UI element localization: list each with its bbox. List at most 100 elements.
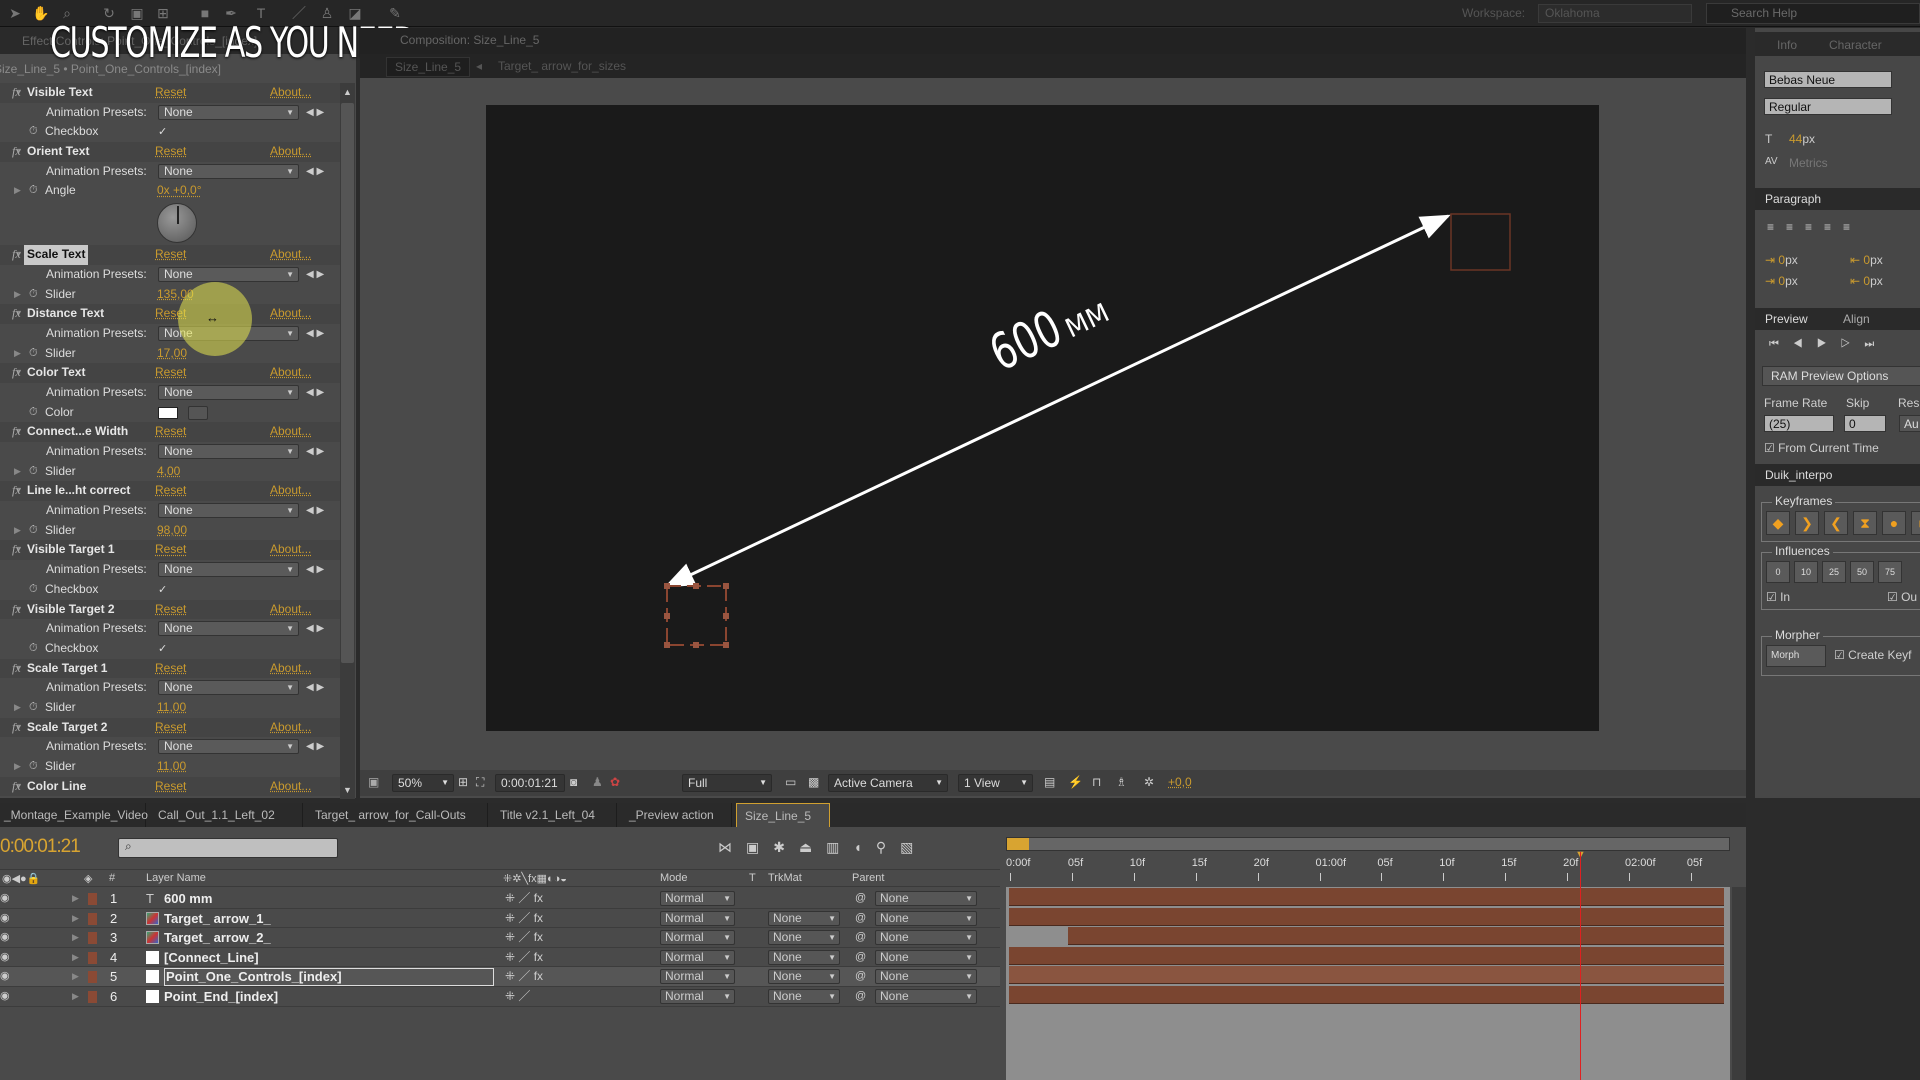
timeline-tab[interactable]: Call_Out_1.1_Left_02 xyxy=(150,803,303,827)
ease-in-key-icon[interactable]: ❯ xyxy=(1795,511,1819,535)
crumb-size-line[interactable]: Size_Line_5 xyxy=(386,57,471,77)
stopwatch-icon[interactable]: ⏱ xyxy=(29,580,38,600)
pickwhip-icon[interactable]: @ xyxy=(855,928,866,947)
fx-icon[interactable]: fx xyxy=(12,83,21,103)
preset-nav-arrows[interactable]: ◀ ▶ xyxy=(306,162,324,182)
fx-icon[interactable]: fx xyxy=(12,718,21,738)
mode-select[interactable]: Normal xyxy=(660,910,735,926)
label-color[interactable] xyxy=(88,893,97,905)
layer-row[interactable]: ◉ ▶ 2 Target_ arrow_1_ ⁜ ／ fx Normal None @ None xyxy=(0,909,1000,929)
parent-select[interactable]: None xyxy=(875,969,977,985)
effect-name[interactable]: Visible Target 2 xyxy=(27,600,115,620)
about-link[interactable]: About... xyxy=(270,777,311,797)
fx-icon[interactable]: fx xyxy=(12,422,21,442)
tab-info[interactable]: Info xyxy=(1777,38,1797,52)
expand-triangle-icon[interactable]: ▶ xyxy=(72,889,79,908)
parent-select[interactable]: None xyxy=(875,949,977,965)
about-link[interactable]: About... xyxy=(270,659,311,679)
mode-select[interactable]: Normal xyxy=(660,930,735,946)
layer-row[interactable]: ◉ ▶ 1 T 600 mm ⁜ ／ fx Normal @ None xyxy=(0,889,1000,909)
composition-canvas[interactable]: 600MM xyxy=(486,105,1599,731)
preset-nav-arrows[interactable]: ◀ ▶ xyxy=(306,324,324,344)
parameter-value[interactable]: 4,00 xyxy=(157,462,180,482)
effect-name[interactable]: Visible Target 1 xyxy=(27,540,115,560)
fx-icon[interactable]: fx xyxy=(12,540,21,560)
presets-select[interactable]: None xyxy=(158,163,299,179)
from-current-time-checkbox[interactable]: ☑ From Current Time xyxy=(1764,441,1879,455)
fx-icon[interactable]: fx xyxy=(12,777,21,797)
layer-name[interactable]: Target_ arrow_2_ xyxy=(164,928,271,947)
indent-first[interactable]: ⇥ 0px xyxy=(1765,274,1798,288)
expand-triangle-icon[interactable]: ▶ xyxy=(72,909,79,928)
checkbox[interactable]: ✓ xyxy=(158,584,170,596)
color-swatch[interactable] xyxy=(158,406,178,419)
influence-50-button[interactable]: 50 xyxy=(1850,561,1874,583)
influence-10-button[interactable]: 10 xyxy=(1794,561,1818,583)
about-link[interactable]: About... xyxy=(270,83,311,103)
tab-preview[interactable]: Preview xyxy=(1765,312,1808,326)
timeline-tab[interactable]: Title v2.1_Left_04 xyxy=(492,803,617,827)
expand-triangle-icon[interactable]: ▶ xyxy=(14,757,21,777)
morph-button[interactable]: Morph xyxy=(1766,645,1826,667)
mask-visibility-icon[interactable]: ⛶ xyxy=(476,775,484,790)
reset-link[interactable]: Reset xyxy=(155,142,186,162)
layer-duration-bar[interactable] xyxy=(1009,907,1724,926)
reset-link[interactable]: Reset xyxy=(155,83,186,103)
reset-link[interactable]: Reset xyxy=(155,245,186,265)
layer-switches[interactable]: ⁜ ／ xyxy=(505,987,530,1006)
expand-triangle-icon[interactable]: ▶ xyxy=(72,948,79,967)
layer-name[interactable]: [Connect_Line] xyxy=(164,948,259,967)
fx-icon[interactable]: fx xyxy=(12,600,21,620)
preset-nav-arrows[interactable]: ◀ ▶ xyxy=(306,501,324,521)
stopwatch-icon[interactable]: ⏱ xyxy=(29,403,38,423)
about-link[interactable]: About... xyxy=(270,481,311,501)
parameter-value[interactable]: 11,00 xyxy=(157,757,186,777)
font-size-number[interactable]: 44 xyxy=(1789,132,1802,146)
reset-link[interactable]: Reset xyxy=(155,659,186,679)
layer-duration-bar[interactable] xyxy=(1009,986,1724,1004)
pickwhip-icon[interactable]: @ xyxy=(855,967,866,986)
selection-tool-icon[interactable]: ➤ xyxy=(6,4,24,22)
checkbox[interactable]: ✓ xyxy=(158,126,170,138)
resolution-select[interactable]: Full xyxy=(682,774,772,792)
stopwatch-icon[interactable]: ⏱ xyxy=(29,521,38,541)
reset-link[interactable]: Reset xyxy=(155,718,186,738)
indent-right[interactable]: ⇤ 0px xyxy=(1850,253,1883,267)
label-color[interactable] xyxy=(88,932,97,945)
fx-icon[interactable]: fx xyxy=(12,481,21,501)
mode-select[interactable]: Normal xyxy=(660,989,735,1004)
snapshot-icon[interactable]: ◙ xyxy=(570,775,577,789)
parameter-value[interactable]: 98,00 xyxy=(157,521,187,541)
timeline-current-time[interactable]: 0:00:01:21 xyxy=(0,836,81,858)
label-color[interactable] xyxy=(88,951,97,964)
influence-0-button[interactable]: 0 xyxy=(1766,561,1790,583)
preset-nav-arrows[interactable]: ◀ ▶ xyxy=(306,383,324,403)
tab-align[interactable]: Align xyxy=(1843,312,1870,326)
layer-switches[interactable]: ⁜ ／ fx xyxy=(505,948,543,967)
effect-name[interactable]: Color Line xyxy=(27,777,86,797)
preset-nav-arrows[interactable]: ◀ ▶ xyxy=(306,560,324,580)
layer-name[interactable]: 600 mm xyxy=(164,889,212,908)
reset-link[interactable]: Reset xyxy=(155,481,186,501)
region-of-interest-icon[interactable]: ▭ xyxy=(785,775,796,789)
mode-select[interactable]: Normal xyxy=(660,969,735,985)
trkmat-select[interactable]: None xyxy=(768,910,840,926)
create-key-checkbox[interactable]: ☑ Create Keyf xyxy=(1834,648,1911,662)
expand-triangle-icon[interactable]: ▶ xyxy=(72,928,79,947)
indent-left[interactable]: ⇥ 0px xyxy=(1765,253,1798,267)
camera-select[interactable]: Active Camera xyxy=(828,774,948,792)
layer-switches[interactable]: ⁜ ／ fx xyxy=(505,967,543,986)
expand-triangle-icon[interactable]: ▶ xyxy=(14,285,21,305)
parameter-value[interactable]: 11,00 xyxy=(157,698,186,718)
current-time-field[interactable]: 0:00:01:21 xyxy=(495,774,565,792)
res-select[interactable]: Au xyxy=(1899,415,1920,432)
fast-preview-icon[interactable]: ⚡ xyxy=(1068,775,1083,789)
label-color[interactable] xyxy=(88,971,97,984)
label-color[interactable] xyxy=(88,912,97,925)
presets-select[interactable]: None xyxy=(158,104,299,120)
mode-select[interactable]: Normal xyxy=(660,891,735,906)
header-layer-name[interactable]: Layer Name xyxy=(146,872,206,884)
eye-icon[interactable]: ◉ xyxy=(0,967,10,986)
about-link[interactable]: About... xyxy=(270,718,311,738)
layer-duration-bar[interactable] xyxy=(1009,966,1724,985)
